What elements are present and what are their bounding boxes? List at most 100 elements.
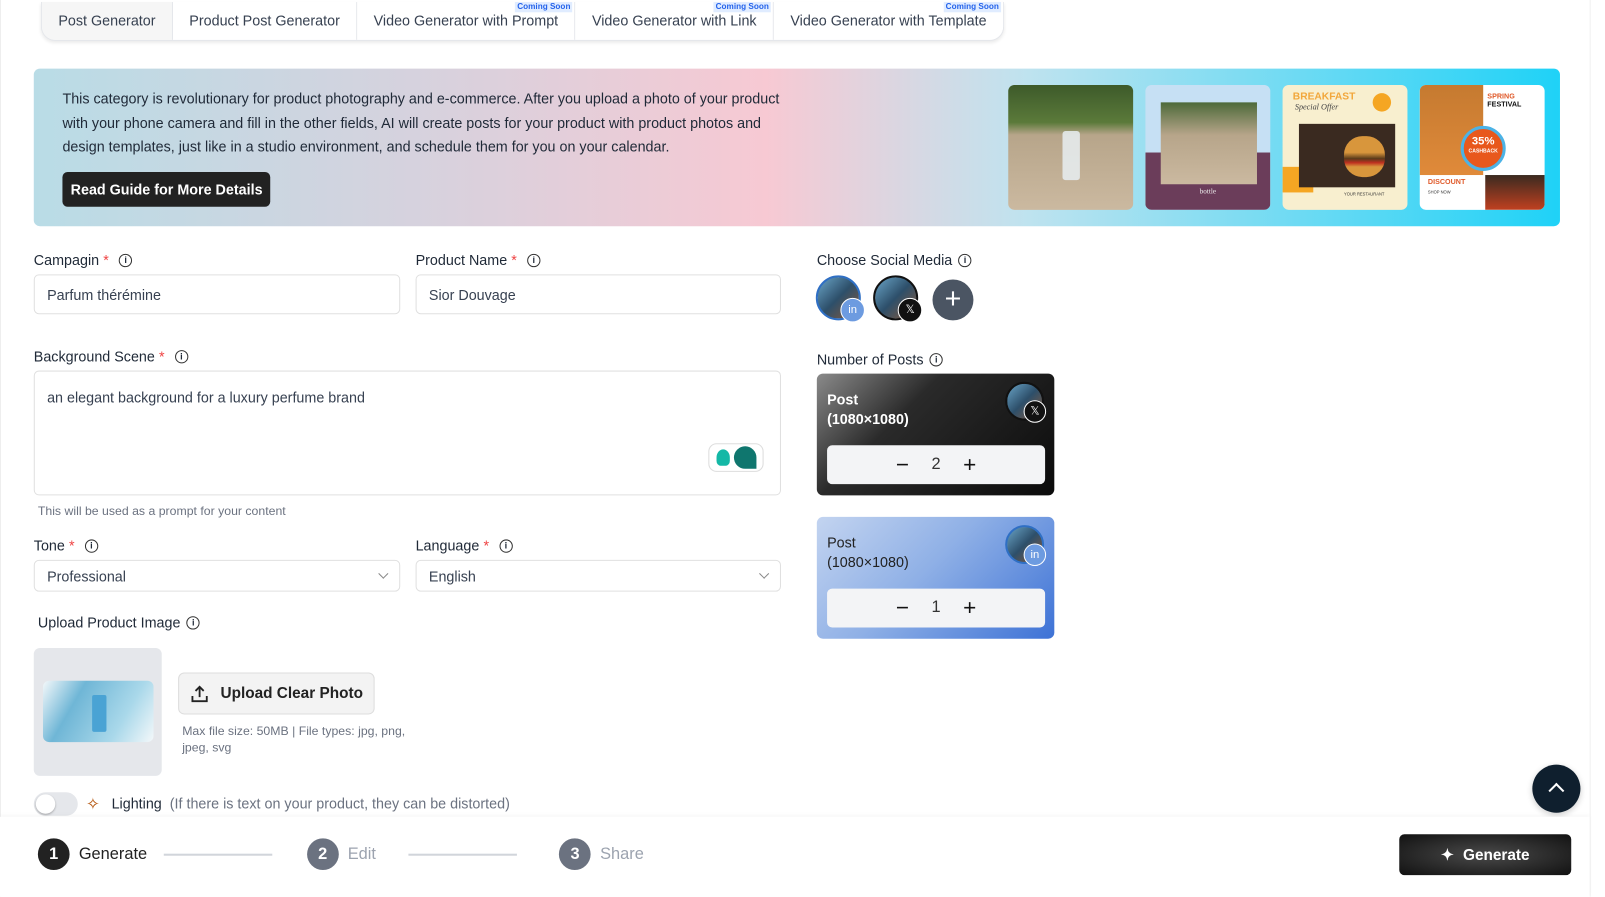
step-edit[interactable]: 2 Edit — [306, 838, 376, 871]
thumb-text: SPRING — [1487, 93, 1515, 101]
language-select[interactable]: English — [415, 559, 782, 592]
info-icon[interactable]: i — [186, 615, 200, 630]
label-text: Lighting — [111, 795, 162, 812]
tab-product-post-generator[interactable]: Product Post Generator — [172, 2, 358, 40]
scene-hint: This will be used as a prompt for your c… — [37, 503, 286, 518]
linkedin-icon: in — [840, 297, 865, 323]
button-label: Generate — [1462, 846, 1530, 864]
example-thumbnail-bottle-beach — [1008, 84, 1134, 210]
upload-icon — [191, 685, 209, 702]
lighting-toggle[interactable] — [33, 792, 78, 816]
coming-soon-badge: Coming Soon — [713, 2, 771, 13]
sparkle-icon: ✧ — [85, 796, 100, 814]
input-value: Sior Douvage — [428, 286, 516, 303]
plus-button[interactable]: + — [963, 451, 976, 478]
button-label: Upload Clear Photo — [220, 684, 363, 703]
background-scene-label: Background Scene * i — [34, 348, 189, 364]
lighting-label: Lighting (If there is text on your produ… — [112, 795, 510, 811]
example-thumbnail-bottle-template: bottle — [1145, 84, 1271, 210]
required-mark: * — [103, 251, 109, 269]
read-guide-button[interactable]: Read Guide for More Details — [62, 171, 271, 207]
label-text: Upload Product Image — [37, 614, 181, 631]
step-label: Generate — [78, 844, 148, 863]
tab-video-link[interactable]: Coming Soon Video Generator with Link — [575, 2, 774, 40]
required-mark: * — [511, 251, 517, 269]
campaign-input[interactable]: Parfum thérémine — [33, 274, 401, 315]
tab-label: Product Post Generator — [189, 12, 340, 29]
post-card-linkedin: Post (1080×1080) in − 1 + — [816, 516, 1055, 639]
tab-video-prompt[interactable]: Coming Soon Video Generator with Prompt — [357, 2, 576, 40]
generator-tabs: Post Generator Product Post Generator Co… — [40, 2, 1005, 41]
step-label: Share — [600, 844, 644, 863]
info-icon[interactable]: i — [119, 253, 133, 267]
chevron-up-icon — [1548, 782, 1565, 799]
coming-soon-badge: Coming Soon — [515, 2, 573, 13]
info-icon[interactable]: i — [958, 253, 972, 267]
info-icon[interactable]: i — [84, 538, 99, 553]
thumb-text: 35% — [1471, 135, 1495, 148]
post-title: Post — [827, 534, 856, 551]
info-icon[interactable]: i — [499, 538, 513, 553]
post-card-title: Post (1080×1080) — [827, 390, 909, 429]
label-text: Product Name — [415, 251, 508, 269]
x-account-avatar[interactable]: 𝕏 — [873, 275, 923, 323]
post-size: (1080×1080) — [827, 553, 909, 571]
thumb-text: YOUR RESTAURANT — [1343, 191, 1385, 197]
product-name-input[interactable]: Sior Douvage — [415, 274, 782, 315]
tone-label: Tone * i — [33, 537, 99, 554]
minus-button[interactable]: − — [896, 451, 909, 478]
upload-clear-photo-button[interactable]: Upload Clear Photo — [178, 672, 375, 715]
lighting-note: (If there is text on your product, they … — [169, 795, 510, 812]
x-account-avatar: 𝕏 — [1005, 381, 1047, 423]
plus-button[interactable]: + — [963, 595, 976, 622]
chevron-down-icon — [378, 568, 389, 579]
minus-button[interactable]: − — [896, 595, 909, 622]
thumb-text: DISCOUNT — [1427, 179, 1466, 187]
linkedin-icon: in — [1023, 543, 1047, 567]
campaign-label: Campagin * i — [34, 252, 133, 268]
info-icon[interactable]: i — [527, 253, 541, 267]
post-count: 2 — [931, 455, 941, 473]
tab-video-template[interactable]: Coming Soon Video Generator with Template — [773, 2, 1003, 40]
stepper-progress: 1 Generate 2 Edit 3 Share — [37, 838, 644, 871]
thumb-caption: bottle — [1199, 187, 1217, 196]
linkedin-account-avatar[interactable]: in — [815, 275, 865, 323]
upload-label: Upload Product Image i — [37, 614, 200, 631]
prompt-assist-widget[interactable] — [708, 443, 764, 472]
chat-icon — [733, 446, 756, 469]
x-icon: 𝕏 — [1023, 400, 1047, 423]
number-of-posts-label: Number of Posts i — [817, 351, 944, 367]
step-share[interactable]: 3 Share — [559, 838, 644, 871]
step-generate[interactable]: 1 Generate — [37, 838, 148, 871]
left-border — [0, 0, 2, 897]
tone-select[interactable]: Professional — [33, 559, 401, 592]
tab-label: Video Generator with Prompt — [373, 12, 559, 29]
required-mark: * — [483, 537, 490, 554]
x-icon: 𝕏 — [897, 297, 923, 323]
step-number: 2 — [306, 838, 339, 871]
step-connector — [163, 853, 272, 856]
textarea-value: an elegant background for a luxury perfu… — [47, 388, 365, 406]
product-image-preview[interactable] — [33, 647, 162, 776]
add-social-account-button[interactable]: + — [932, 279, 974, 321]
post-count: 1 — [931, 598, 941, 617]
tab-post-generator[interactable]: Post Generator — [41, 2, 173, 40]
bottom-bar: 1 Generate 2 Edit 3 Share ✦ Generate — [0, 816, 1590, 897]
info-icon[interactable]: i — [929, 352, 944, 366]
label-text: Tone — [33, 537, 65, 554]
language-label: Language * i — [416, 537, 513, 554]
social-media-label: Choose Social Media i — [817, 252, 972, 268]
upload-hint: Max file size: 50MB | File types: jpg, p… — [182, 723, 406, 755]
input-value: Parfum thérémine — [47, 286, 161, 303]
background-scene-textarea[interactable]: an elegant background for a luxury perfu… — [33, 370, 782, 496]
info-icon[interactable]: i — [174, 349, 189, 363]
thumb-text: SHOP NOW — [1427, 189, 1451, 195]
example-thumbnail-spring-festival: SPRING FESTIVAL 35% CASHBACK DISCOUNT SH… — [1419, 84, 1545, 210]
step-label: Edit — [347, 844, 376, 863]
coming-soon-badge: Coming Soon — [943, 2, 1001, 13]
post-count-stepper: − 2 + — [827, 445, 1046, 485]
scroll-to-top-button[interactable] — [1532, 764, 1581, 813]
right-panel-edge — [1589, 0, 1605, 897]
post-card-title: Post (1080×1080) — [827, 533, 909, 572]
generate-button[interactable]: ✦ Generate — [1399, 834, 1572, 876]
